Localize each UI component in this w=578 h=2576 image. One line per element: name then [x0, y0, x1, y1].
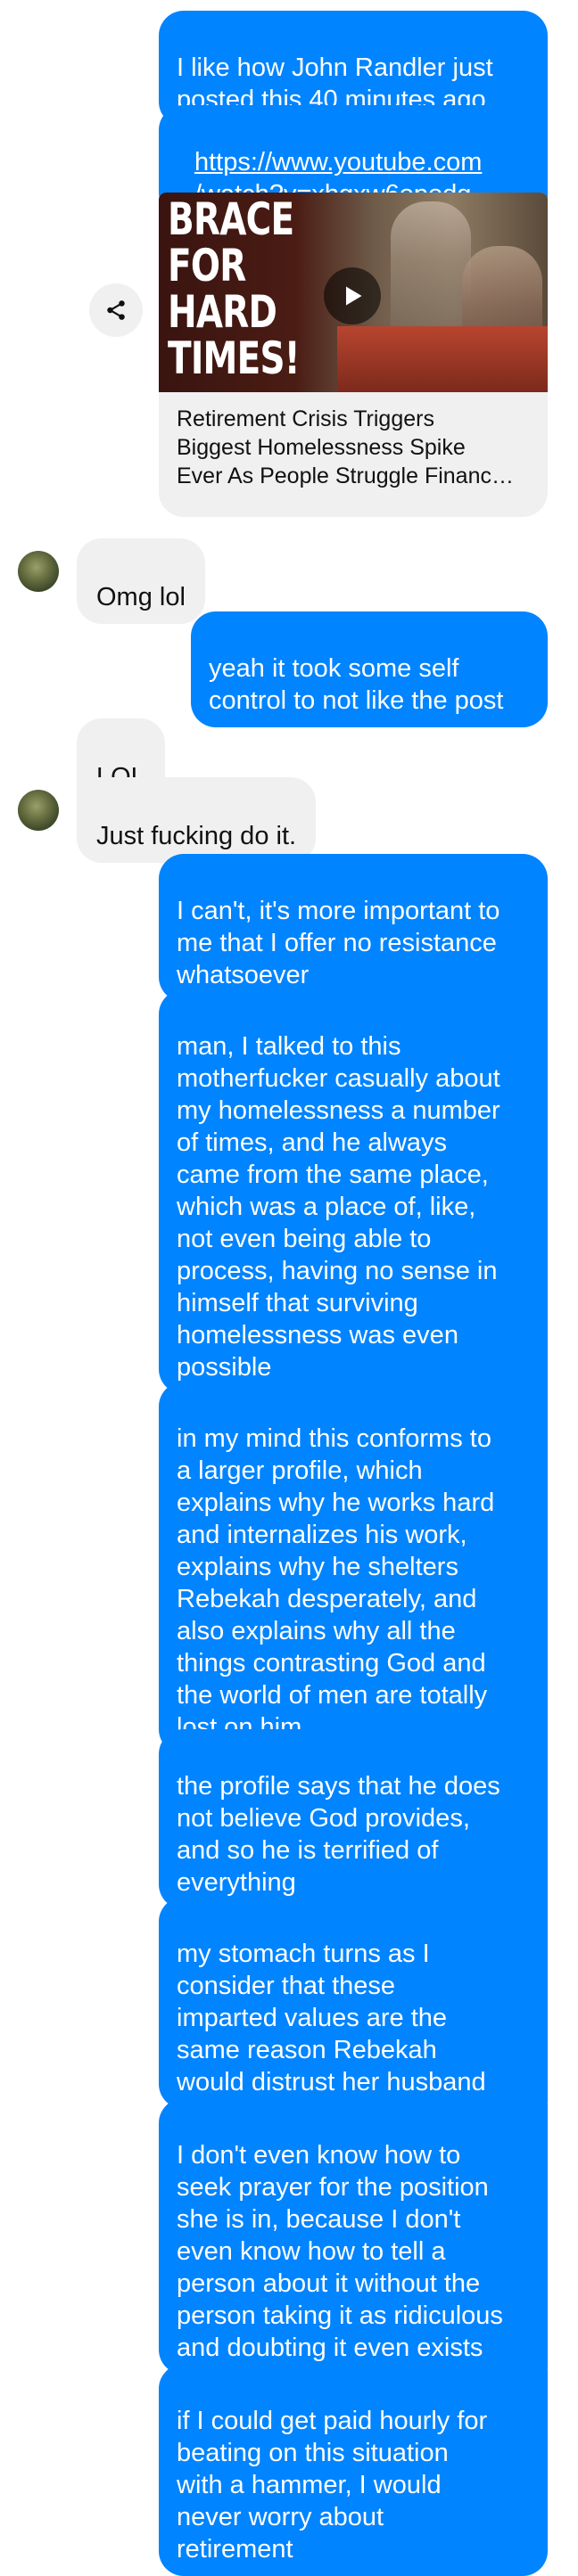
- message-text: in my mind this conforms to a larger pro…: [177, 1424, 495, 1742]
- message-text: my stomach turns as I consider that thes…: [177, 1940, 486, 2096]
- link-preview-card[interactable]: BRACE FOR HARD TIMES! Retirement Crisis …: [159, 193, 548, 517]
- message-bubble-incoming[interactable]: Just fucking do it.: [77, 777, 317, 863]
- contact-avatar[interactable]: [18, 551, 59, 592]
- message-text: Just fucking do it.: [96, 822, 297, 850]
- message-text: I can't, it's more important to me that …: [177, 897, 500, 989]
- play-icon: [346, 286, 362, 306]
- message-bubble-outgoing[interactable]: if I could get paid hourly for beating o…: [159, 2364, 548, 2576]
- message-bubble-outgoing[interactable]: man, I talked to this motherfucker casua…: [159, 989, 548, 1394]
- message-bubble-outgoing[interactable]: my stomach turns as I consider that thes…: [159, 1897, 548, 2109]
- message-text: I don't even know how to seek prayer for…: [177, 2141, 503, 2362]
- video-thumbnail[interactable]: BRACE FOR HARD TIMES!: [159, 193, 548, 392]
- message-bubble-outgoing[interactable]: the profile says that he does not believ…: [159, 1729, 548, 1909]
- message-text: Omg lol: [96, 583, 186, 611]
- link-preview-title[interactable]: Retirement Crisis Triggers Biggest Homel…: [159, 392, 548, 505]
- message-text: man, I talked to this motherfucker casua…: [177, 1032, 500, 1382]
- link-title-line: Ever As People Struggle Financ…: [177, 464, 514, 488]
- thumbnail-headline: BRACE FOR HARD TIMES!: [168, 193, 301, 384]
- link-title-line: Retirement Crisis Triggers: [177, 406, 434, 431]
- share-icon: [107, 300, 125, 320]
- link-title-line: Biggest Homelessness Spike: [177, 435, 466, 460]
- message-bubble-outgoing[interactable]: I don't even know how to seek prayer for…: [159, 2098, 548, 2375]
- message-text: the profile says that he does not believ…: [177, 1772, 500, 1897]
- message-bubble-outgoing[interactable]: yeah it took some self control to not li…: [191, 611, 548, 727]
- play-button[interactable]: [324, 267, 381, 324]
- contact-avatar[interactable]: [18, 790, 59, 831]
- message-bubble-outgoing[interactable]: in my mind this conforms to a larger pro…: [159, 1382, 548, 1754]
- message-bubble-outgoing[interactable]: I can't, it's more important to me that …: [159, 854, 548, 1002]
- message-text: if I could get paid hourly for beating o…: [177, 2407, 488, 2564]
- message-text: yeah it took some self control to not li…: [209, 654, 504, 715]
- message-bubble-incoming[interactable]: Omg lol: [77, 538, 205, 624]
- share-button[interactable]: [89, 283, 143, 337]
